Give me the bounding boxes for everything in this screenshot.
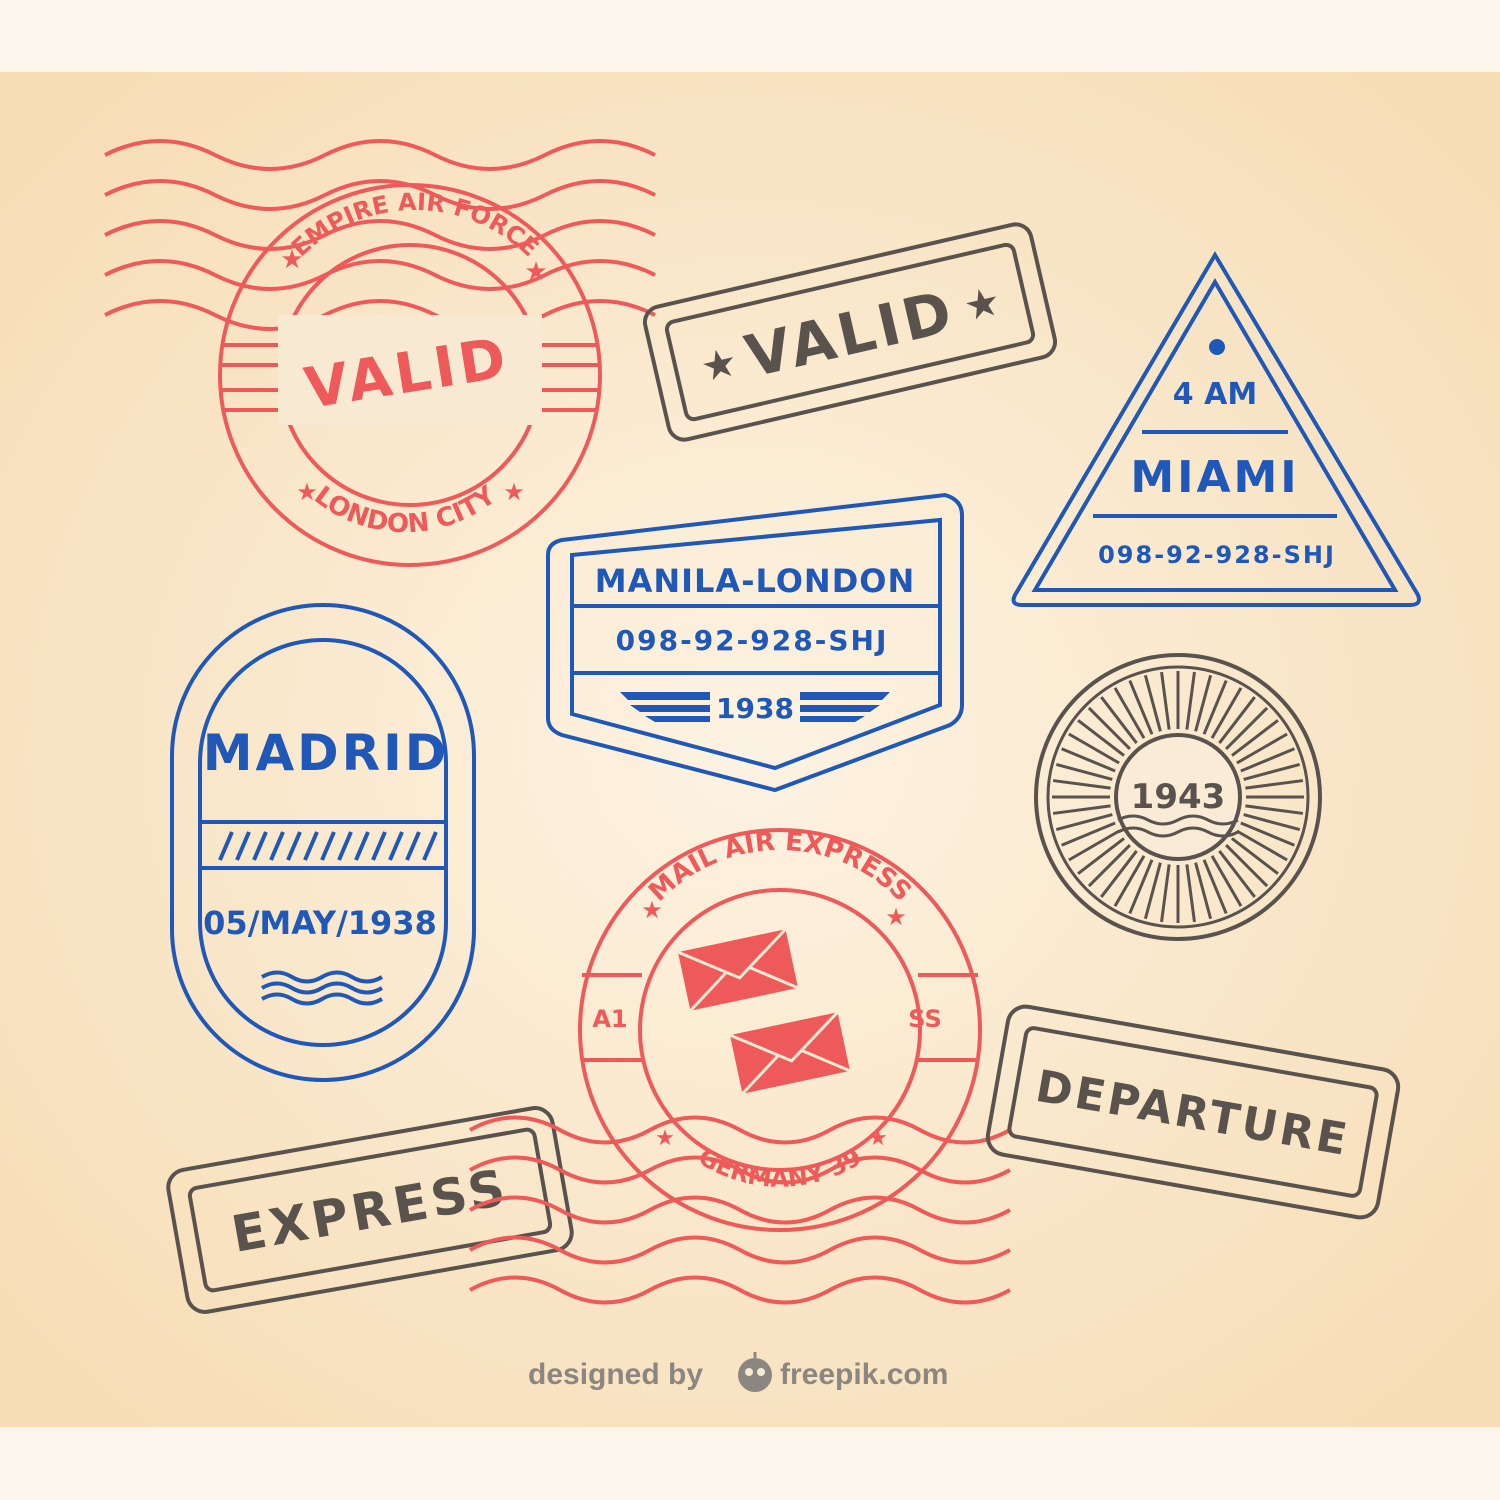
manila-route: MANILA-LONDON [595, 562, 916, 600]
star-icon: ★ [296, 480, 318, 506]
manila-year: 1938 [716, 692, 794, 725]
dot-icon [1209, 339, 1225, 355]
credit-prefix: designed by [528, 1358, 703, 1391]
star-icon: ★ [868, 1125, 888, 1150]
star-icon: ★ [641, 898, 663, 924]
mail-right-code: SS [908, 1005, 942, 1033]
madrid-date: 05/MAY/1938 [203, 904, 437, 942]
star-icon: ★ [885, 905, 907, 931]
credit-brand: freepik.com [780, 1358, 948, 1391]
star-icon: ★ [503, 480, 525, 506]
miami-code: 098-92-928-SHJ [1098, 541, 1336, 569]
miami-time: 4 AM [1173, 377, 1257, 412]
star-icon: ★ [524, 257, 547, 286]
stamp-sheet: VALID EMPIRE AIR FORCE LONDON CITY ★ ★ ★… [0, 0, 1500, 1500]
star-icon: ★ [280, 245, 303, 274]
miami-city: MIAMI [1130, 452, 1299, 503]
manila-code: 098-92-928-SHJ [616, 624, 889, 657]
mail-left-code: A1 [592, 1005, 627, 1033]
madrid-city: MADRID [203, 724, 450, 782]
sunburst-year: 1943 [1131, 777, 1226, 817]
star-icon: ★ [655, 1125, 675, 1150]
